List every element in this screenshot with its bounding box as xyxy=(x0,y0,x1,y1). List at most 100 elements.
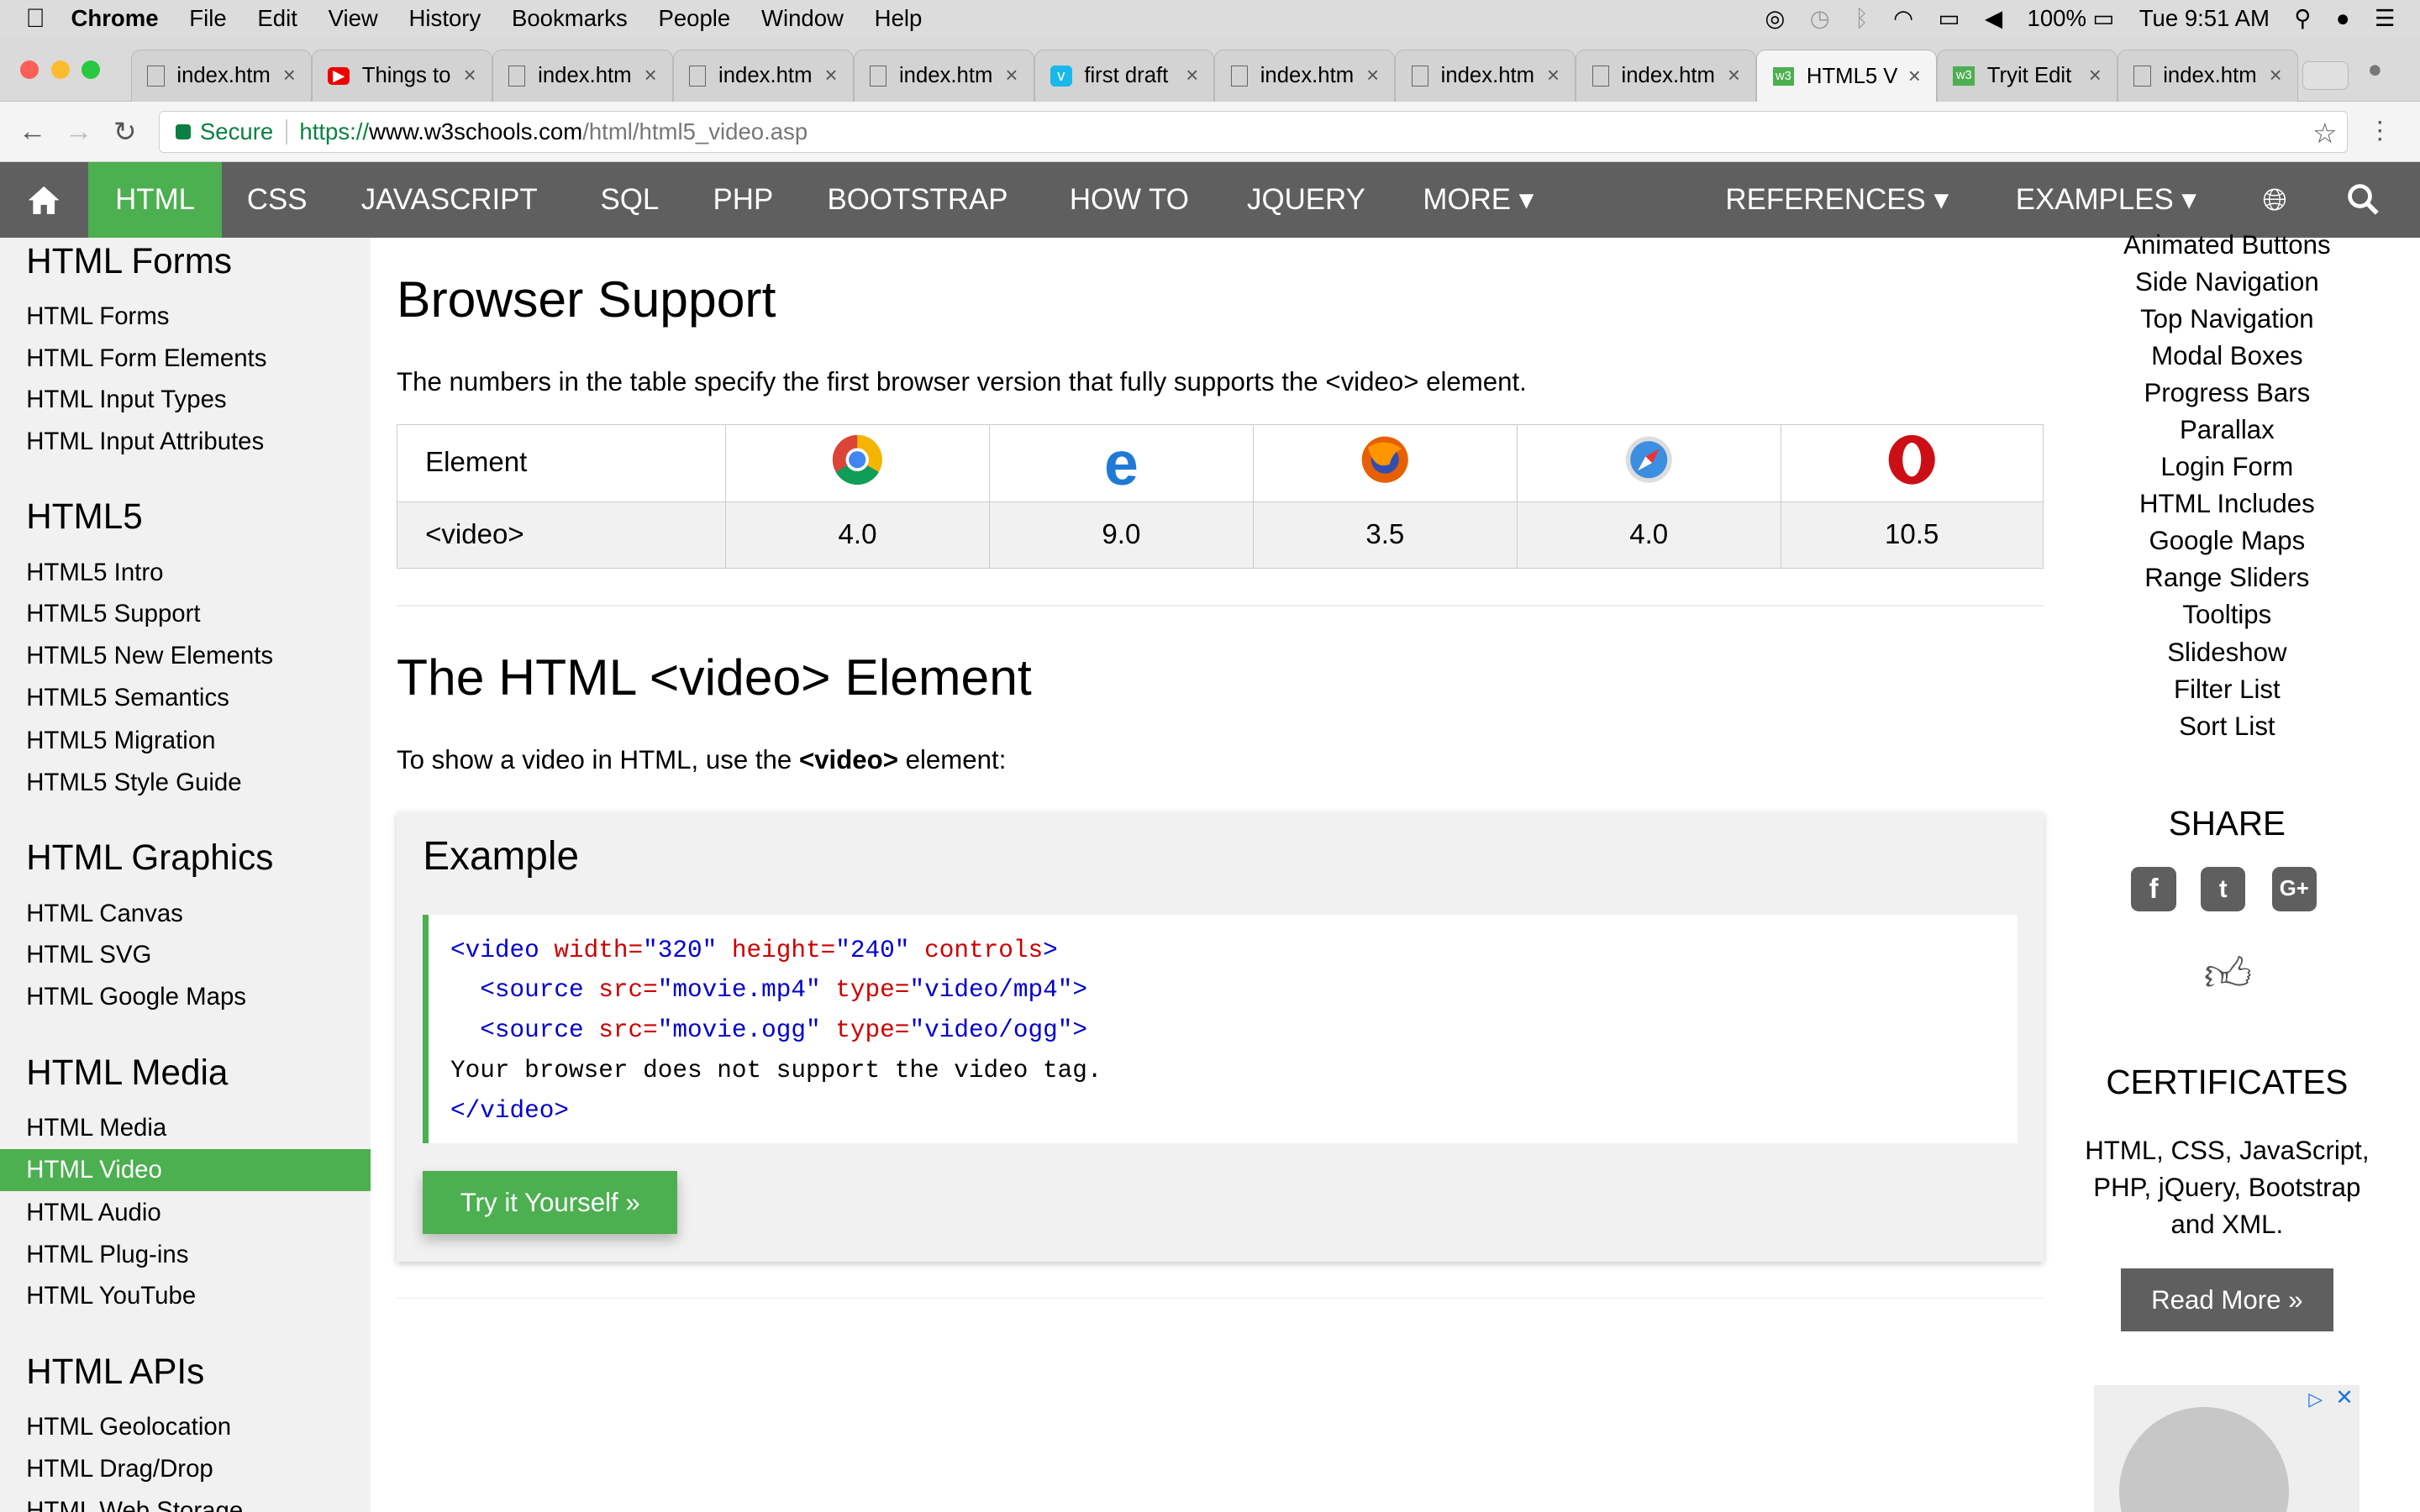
adchoices-icon[interactable]: ▷ xyxy=(2308,1389,2323,1410)
menu-people[interactable]: People xyxy=(658,5,730,32)
howto-link[interactable]: Animated Buttons xyxy=(2068,230,2386,260)
howto-link[interactable]: Google Maps xyxy=(2068,526,2386,556)
menu-file[interactable]: File xyxy=(189,5,226,32)
browser-tab[interactable]: index.htm × xyxy=(492,49,673,102)
sidebar-link[interactable]: HTML5 Support xyxy=(26,600,200,628)
howto-link[interactable]: Tooltips xyxy=(2068,600,2386,630)
browser-tab[interactable]: index.htm × xyxy=(672,49,854,102)
close-tab-icon[interactable]: × xyxy=(1360,64,1385,88)
howto-link[interactable]: Slideshow xyxy=(2068,638,2386,668)
siri-icon[interactable]: ● xyxy=(2336,5,2350,32)
volume-icon[interactable]: ◀ xyxy=(1985,5,2002,32)
menu-edit[interactable]: Edit xyxy=(257,5,297,32)
reload-icon[interactable]: ↻ xyxy=(102,115,148,149)
sidebar-link[interactable]: HTML Geolocation xyxy=(26,1413,231,1441)
sidebar-link[interactable]: HTML SVG xyxy=(26,941,151,969)
airplay-icon[interactable]: ▭ xyxy=(1939,5,1960,32)
close-tab-icon[interactable]: × xyxy=(2083,64,2107,88)
spotlight-icon[interactable]: ⚲ xyxy=(2294,5,2311,32)
browser-tab[interactable]: index.htm × xyxy=(1395,49,1576,102)
bookmark-star-icon[interactable]: ☆ xyxy=(2312,117,2338,150)
close-ad-icon[interactable]: ✕ xyxy=(2335,1385,2354,1410)
browser-tab-active[interactable]: w3 HTML5 V × xyxy=(1756,49,1938,104)
try-it-yourself-button[interactable]: Try it Yourself » xyxy=(423,1171,678,1235)
browser-tab[interactable]: index.htm × xyxy=(1214,49,1396,102)
sidebar-link-active[interactable]: HTML Video xyxy=(0,1149,371,1191)
menu-history[interactable]: History xyxy=(409,5,481,32)
howto-link[interactable]: Parallax xyxy=(2068,415,2386,445)
howto-link[interactable]: Sort List xyxy=(2068,711,2386,742)
google-plus-icon[interactable]: G+ xyxy=(2271,867,2317,912)
search-icon[interactable] xyxy=(2346,162,2380,238)
browser-tab[interactable]: index.htm × xyxy=(2117,49,2298,102)
sidebar-link[interactable]: HTML Google Maps xyxy=(26,983,246,1011)
profile-icon[interactable]: ● xyxy=(2367,55,2382,84)
browser-tab[interactable]: index.htm × xyxy=(853,49,1034,102)
browser-tab[interactable]: ▶ Things to × xyxy=(312,49,492,102)
sidebar-link[interactable]: HTML5 Migration xyxy=(26,727,215,755)
menu-view[interactable]: View xyxy=(329,5,378,32)
globe-icon[interactable]: 🌐︎ xyxy=(2263,162,2287,238)
thumbs-up-icon[interactable]: 👍︎ xyxy=(2204,948,2253,1003)
nav-html[interactable]: HTML xyxy=(87,161,223,238)
howto-link[interactable]: Modal Boxes xyxy=(2068,341,2386,371)
browser-tab[interactable]: w3 Tryit Edit × xyxy=(1937,49,2118,102)
time-machine-icon[interactable]: ◷ xyxy=(1810,5,1830,32)
howto-link[interactable]: Range Sliders xyxy=(2068,563,2386,593)
bluetooth-icon[interactable]: ᛒ xyxy=(1854,5,1869,32)
back-icon[interactable]: ← xyxy=(9,116,55,148)
sidebar-link[interactable]: HTML Canvas xyxy=(26,900,183,928)
twitter-icon[interactable]: t xyxy=(2201,867,2246,912)
howto-link[interactable]: HTML Includes xyxy=(2068,489,2386,519)
address-bar[interactable]: Secure https:// www.w3schools.com /html/… xyxy=(159,111,2348,153)
howto-link[interactable]: Top Navigation xyxy=(2068,304,2386,334)
close-tab-icon[interactable]: × xyxy=(638,64,662,88)
sidebar-link[interactable]: HTML Audio xyxy=(26,1199,161,1227)
browser-tab[interactable]: v first draft × xyxy=(1034,49,1215,102)
sidebar-link[interactable]: HTML Web Storage xyxy=(26,1497,243,1512)
creative-cloud-icon[interactable]: ◎ xyxy=(1765,5,1785,32)
new-tab-button[interactable] xyxy=(2302,61,2349,90)
sidebar-link[interactable]: HTML Form Elements xyxy=(26,344,266,373)
home-icon[interactable] xyxy=(0,162,88,238)
close-tab-icon[interactable]: × xyxy=(458,64,482,88)
facebook-icon[interactable]: f xyxy=(2131,867,2176,912)
sidebar-link[interactable]: HTML Forms xyxy=(26,302,169,331)
close-tab-icon[interactable]: × xyxy=(1902,65,1927,89)
sidebar-link[interactable]: HTML Input Attributes xyxy=(26,428,264,456)
close-tab-icon[interactable]: × xyxy=(818,64,843,88)
browser-tab[interactable]: index.htm × xyxy=(1576,49,1757,102)
sidebar-link[interactable]: HTML Plug-ins xyxy=(26,1241,188,1269)
zoom-window-button[interactable] xyxy=(82,60,101,79)
nav-javascript[interactable]: JAVASCRIPT xyxy=(361,162,538,238)
nav-sql[interactable]: SQL xyxy=(600,162,659,238)
nav-howto[interactable]: HOW TO xyxy=(1070,162,1189,238)
clock[interactable]: Tue 9:51 AM xyxy=(2139,5,2270,32)
sidebar-link[interactable]: HTML5 New Elements xyxy=(26,642,273,670)
sidebar-link[interactable]: HTML YouTube xyxy=(26,1282,196,1310)
howto-link[interactable]: Login Form xyxy=(2068,452,2386,482)
close-tab-icon[interactable]: × xyxy=(2263,64,2287,88)
nav-examples[interactable]: EXAMPLES ▾ xyxy=(2016,162,2196,238)
nav-jquery[interactable]: JQUERY xyxy=(1247,162,1365,238)
nav-php[interactable]: PHP xyxy=(713,162,774,238)
nav-bootstrap[interactable]: BOOTSTRAP xyxy=(827,162,1007,238)
notification-center-icon[interactable]: ☰ xyxy=(2375,5,2396,32)
apple-icon[interactable]:  xyxy=(0,3,71,34)
sidebar-link[interactable]: HTML5 Intro xyxy=(26,559,163,587)
close-window-button[interactable] xyxy=(19,60,39,79)
howto-link[interactable]: Filter List xyxy=(2068,675,2386,705)
close-tab-icon[interactable]: × xyxy=(1722,64,1746,88)
advertisement[interactable]: ▷ ✕ xyxy=(2094,1385,2360,1512)
menu-bookmarks[interactable]: Bookmarks xyxy=(512,5,628,32)
minimize-window-button[interactable] xyxy=(50,60,70,79)
sidebar-link[interactable]: HTML Drag/Drop xyxy=(26,1455,213,1483)
close-tab-icon[interactable]: × xyxy=(1180,64,1204,88)
howto-link[interactable]: Side Navigation xyxy=(2068,267,2386,297)
read-more-button[interactable]: Read More » xyxy=(2120,1268,2334,1332)
menu-chrome[interactable]: Chrome xyxy=(71,5,158,32)
nav-references[interactable]: REFERENCES ▾ xyxy=(1725,162,1949,238)
menu-window[interactable]: Window xyxy=(761,5,844,32)
menu-help[interactable]: Help xyxy=(875,5,923,32)
browser-tab[interactable]: index.htm × xyxy=(131,49,312,102)
